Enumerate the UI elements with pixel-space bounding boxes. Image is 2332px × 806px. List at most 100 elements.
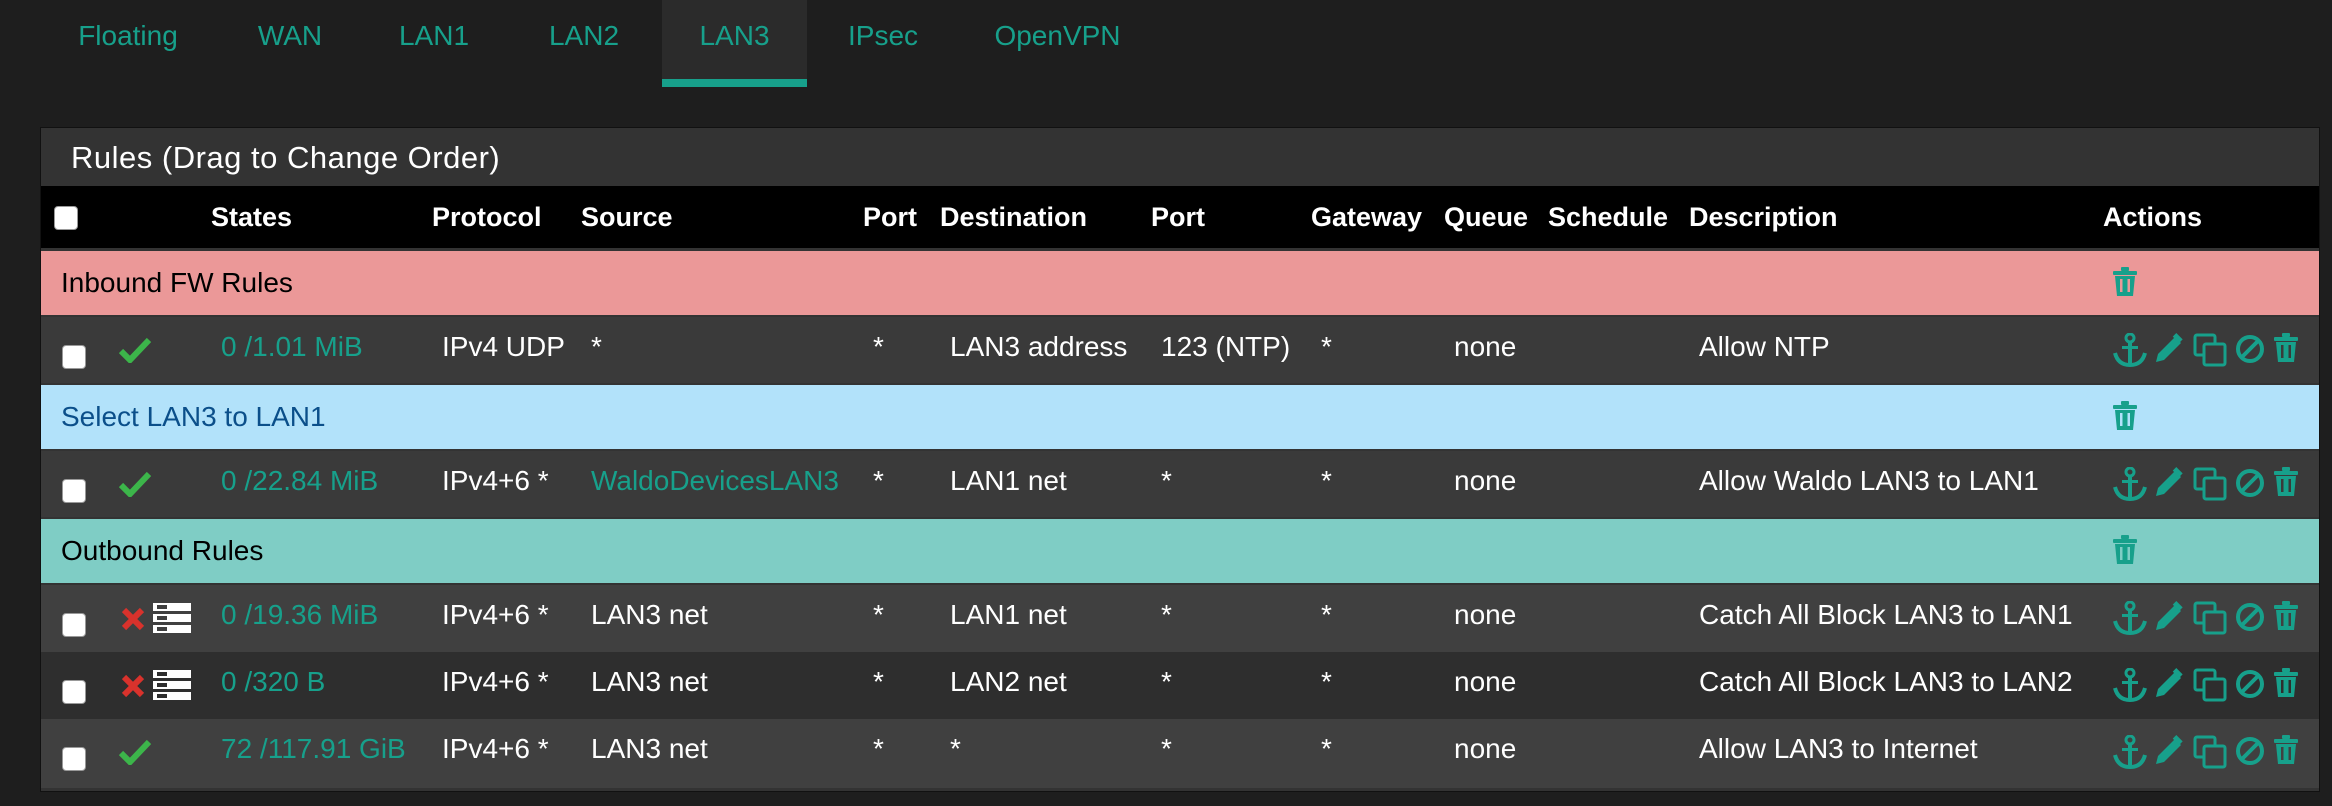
states-value[interactable]: 0 /1.01 MiB bbox=[221, 331, 363, 363]
separator-label: Inbound FW Rules bbox=[61, 267, 293, 298]
states-value[interactable]: 0 /22.84 MiB bbox=[221, 465, 378, 497]
port-value: * bbox=[873, 465, 884, 496]
anchor-icon[interactable] bbox=[2113, 467, 2147, 501]
separator-row-select[interactable]: Select LAN3 to LAN1 bbox=[41, 385, 2319, 449]
trash-icon[interactable] bbox=[2273, 735, 2299, 765]
anchor-icon[interactable] bbox=[2113, 333, 2147, 367]
table-header: States Protocol Source Port Destination … bbox=[41, 186, 2319, 248]
destination-value: LAN3 address bbox=[950, 331, 1128, 362]
trash-icon[interactable] bbox=[2112, 535, 2138, 565]
row-checkbox[interactable] bbox=[62, 345, 86, 369]
separator-row-inbound[interactable]: Inbound FW Rules bbox=[41, 251, 2319, 315]
queue-value: none bbox=[1454, 666, 1517, 697]
col-actions: Actions bbox=[2103, 202, 2203, 232]
trash-icon[interactable] bbox=[2273, 333, 2299, 363]
table-row[interactable]: 0 /22.84 MiB IPv4+6 * WaldoDevicesLAN3 *… bbox=[41, 451, 2319, 517]
gateway-value: * bbox=[1321, 465, 1332, 496]
col-destination: Destination bbox=[940, 202, 1088, 232]
pencil-icon[interactable] bbox=[2153, 601, 2185, 633]
tab-floating[interactable]: Floating bbox=[58, 0, 198, 72]
protocol-value: IPv4+6 * bbox=[442, 733, 549, 764]
separator-label: Select LAN3 to LAN1 bbox=[61, 401, 326, 432]
port-value: * bbox=[873, 666, 884, 697]
states-value[interactable]: 72 /117.91 GiB bbox=[221, 733, 406, 765]
row-checkbox[interactable] bbox=[62, 747, 86, 771]
queue-value: none bbox=[1454, 733, 1517, 764]
destination-value: LAN2 net bbox=[950, 666, 1067, 697]
tab-lan2[interactable]: LAN2 bbox=[534, 0, 634, 72]
table-row[interactable]: 0 /1.01 MiB IPv4 UDP * * LAN3 address 12… bbox=[41, 317, 2319, 383]
table-row[interactable]: 0 /320 B IPv4+6 * LAN3 net * LAN2 net * … bbox=[41, 652, 2319, 719]
dest-port-value: * bbox=[1161, 465, 1172, 496]
tab-openvpn[interactable]: OpenVPN bbox=[990, 0, 1125, 72]
copy-icon[interactable] bbox=[2193, 333, 2227, 367]
disable-icon[interactable] bbox=[2235, 736, 2265, 766]
states-value[interactable]: 0 /19.36 MiB bbox=[221, 599, 378, 631]
dest-port-value: 123 (NTP) bbox=[1161, 331, 1291, 362]
tab-lan3[interactable]: LAN3 bbox=[662, 0, 807, 87]
dest-port-value: * bbox=[1161, 599, 1172, 630]
col-description: Description bbox=[1689, 202, 1838, 232]
anchor-icon[interactable] bbox=[2113, 668, 2147, 702]
source-value: * bbox=[591, 331, 602, 362]
dest-port-value: * bbox=[1161, 666, 1172, 697]
anchor-icon[interactable] bbox=[2113, 735, 2147, 769]
description-value: Catch All Block LAN3 to LAN2 bbox=[1699, 666, 2073, 697]
log-icon[interactable] bbox=[153, 670, 191, 700]
protocol-value: IPv4+6 * bbox=[442, 599, 549, 630]
col-queue: Queue bbox=[1444, 202, 1529, 232]
pencil-icon[interactable] bbox=[2153, 467, 2185, 499]
interface-tabs: Floating WAN LAN1 LAN2 LAN3 IPsec OpenVP… bbox=[0, 0, 2332, 87]
pencil-icon[interactable] bbox=[2153, 333, 2185, 365]
description-value: Catch All Block LAN3 to LAN1 bbox=[1699, 599, 2073, 630]
disable-icon[interactable] bbox=[2235, 602, 2265, 632]
copy-icon[interactable] bbox=[2193, 668, 2227, 702]
dest-port-value: * bbox=[1161, 733, 1172, 764]
tab-ipsec[interactable]: IPsec bbox=[838, 0, 928, 72]
gateway-value: * bbox=[1321, 599, 1332, 630]
queue-value: none bbox=[1454, 599, 1517, 630]
disable-icon[interactable] bbox=[2235, 468, 2265, 498]
table-row[interactable]: 0 /19.36 MiB IPv4+6 * LAN3 net * LAN1 ne… bbox=[41, 585, 2319, 652]
log-icon[interactable] bbox=[153, 603, 191, 633]
disable-icon[interactable] bbox=[2235, 334, 2265, 364]
select-all-checkbox[interactable] bbox=[54, 206, 78, 230]
table-row[interactable]: 72 /117.91 GiB IPv4+6 * LAN3 net * * * *… bbox=[41, 719, 2319, 788]
col-port: Port bbox=[863, 202, 917, 232]
disable-icon[interactable] bbox=[2235, 669, 2265, 699]
trash-icon[interactable] bbox=[2273, 668, 2299, 698]
row-checkbox[interactable] bbox=[62, 680, 86, 704]
tab-wan[interactable]: WAN bbox=[242, 0, 338, 72]
copy-icon[interactable] bbox=[2193, 601, 2227, 635]
trash-icon[interactable] bbox=[2112, 267, 2138, 297]
col-source: Source bbox=[581, 202, 673, 232]
x-icon[interactable] bbox=[121, 674, 145, 698]
trash-icon[interactable] bbox=[2112, 401, 2138, 431]
copy-icon[interactable] bbox=[2193, 735, 2227, 769]
destination-value: * bbox=[950, 733, 961, 764]
trash-icon[interactable] bbox=[2273, 601, 2299, 631]
queue-value: none bbox=[1454, 331, 1517, 362]
panel-title: Rules (Drag to Change Order) bbox=[71, 140, 501, 175]
trash-icon[interactable] bbox=[2273, 467, 2299, 497]
port-value: * bbox=[873, 599, 884, 630]
copy-icon[interactable] bbox=[2193, 467, 2227, 501]
states-value[interactable]: 0 /320 B bbox=[221, 666, 325, 698]
port-value: * bbox=[873, 733, 884, 764]
pencil-icon[interactable] bbox=[2153, 668, 2185, 700]
x-icon[interactable] bbox=[121, 607, 145, 631]
check-icon[interactable] bbox=[119, 337, 151, 363]
check-icon[interactable] bbox=[119, 471, 151, 497]
protocol-value: IPv4+6 * bbox=[442, 465, 549, 496]
row-checkbox[interactable] bbox=[62, 479, 86, 503]
anchor-icon[interactable] bbox=[2113, 601, 2147, 635]
tab-lan1[interactable]: LAN1 bbox=[384, 0, 484, 72]
row-checkbox[interactable] bbox=[62, 613, 86, 637]
separator-row-outbound[interactable]: Outbound Rules bbox=[41, 519, 2319, 583]
check-icon[interactable] bbox=[119, 739, 151, 765]
gateway-value: * bbox=[1321, 733, 1332, 764]
col-states: States bbox=[211, 202, 293, 232]
source-value: LAN3 net bbox=[591, 733, 708, 764]
pencil-icon[interactable] bbox=[2153, 735, 2185, 767]
source-alias-link[interactable]: WaldoDevicesLAN3 bbox=[591, 465, 839, 497]
